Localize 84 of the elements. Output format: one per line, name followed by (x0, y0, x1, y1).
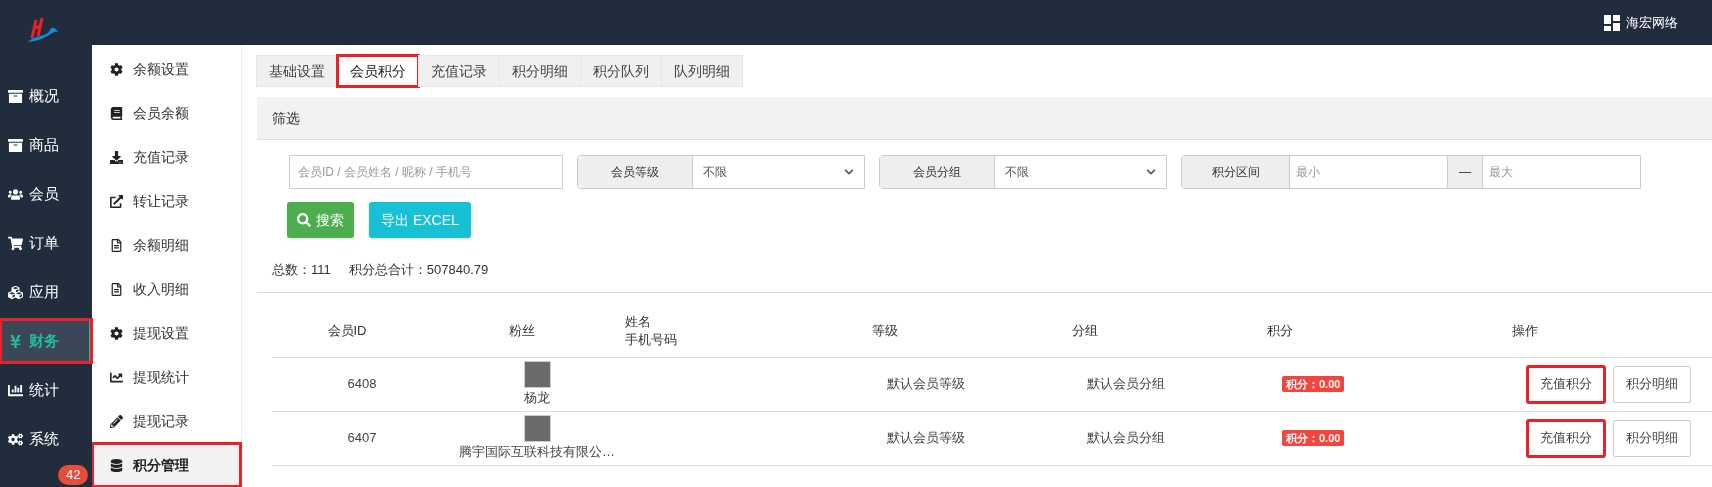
nav-item[interactable]: 应用 (0, 270, 92, 314)
subnav-item[interactable]: 余额设置 (92, 48, 241, 92)
gears-icon (8, 431, 23, 447)
points-total: 积分总合计：507840.79 (348, 261, 489, 279)
column-header: 积分 (1266, 321, 1294, 340)
column-header: 等级 (871, 321, 899, 340)
logo-icon (26, 18, 60, 44)
database-icon (110, 458, 123, 472)
tab[interactable]: 队列明细 (661, 55, 743, 87)
users-icon (8, 186, 23, 202)
subnav-item[interactable]: 收入明细 (92, 267, 241, 312)
search-field[interactable]: 会员ID / 会员姓名 / 昵称 / 手机号 (289, 155, 563, 189)
nav-item[interactable]: 订单 (0, 221, 92, 265)
action-button[interactable]: 积分明细 (1613, 419, 1691, 457)
nav-item[interactable]: 统计 (0, 368, 92, 412)
column-header: 手机号码 (625, 330, 678, 349)
subnav-item[interactable]: 积分管理 (92, 443, 241, 487)
points-badge: 积分：0.00 (1282, 376, 1345, 393)
tab[interactable]: 充值记录 (418, 55, 500, 87)
table-cell-text: 默认会员分组 (1086, 429, 1166, 448)
nav-item[interactable]: 系统 (0, 417, 92, 461)
chevron-icon (1146, 167, 1156, 177)
column-header: 分组 (1071, 321, 1099, 340)
filter-header: 筛选 (257, 97, 1712, 140)
document-icon (110, 239, 123, 253)
group-select[interactable]: 会员分组 不限 (879, 155, 1167, 189)
table-cell-text: 6407 (346, 429, 378, 448)
table-cell-text: 6408 (346, 375, 378, 394)
tab[interactable]: 基础设置 (256, 55, 338, 87)
search-icon (297, 213, 311, 227)
points-badge: 积分：0.00 (1282, 430, 1345, 447)
cart-icon (8, 235, 23, 251)
line-chart-icon (110, 370, 123, 384)
subnav-item[interactable]: 提现记录 (92, 399, 241, 444)
column-header: 会员ID (326, 321, 368, 340)
count-badge: 42 (58, 465, 89, 485)
column-header: 操作 (1511, 321, 1539, 340)
photo-placeholder (523, 414, 551, 442)
table-cell-text: 默认会员分组 (1086, 375, 1166, 394)
total-count: 总数：111 (272, 261, 331, 279)
range-label: 积分区间 (1182, 156, 1290, 188)
grid-icon (1604, 14, 1620, 31)
action-button[interactable]: 充值积分 (1527, 365, 1605, 403)
gear-icon (110, 63, 123, 77)
nav-item[interactable]: 商品 (0, 123, 92, 167)
table-cell-text: 默认会员等级 (886, 375, 966, 394)
brand-name[interactable]: 海宏网络 (1626, 12, 1678, 33)
subnav-item[interactable]: 提现设置 (92, 311, 241, 356)
nav-item[interactable]: 会员 (0, 172, 92, 216)
range-separator: — (1447, 156, 1483, 188)
action-button[interactable]: 积分明细 (1613, 365, 1691, 403)
tab[interactable]: 会员积分 (337, 55, 419, 87)
pencil-icon (110, 414, 123, 428)
chevron-icon (844, 167, 854, 177)
document-icon (110, 283, 123, 296)
gear-icon (110, 326, 123, 340)
subnav-item[interactable]: 余额明细 (92, 223, 241, 268)
cubes-icon (8, 284, 23, 300)
column-header: 粉丝 (508, 321, 536, 340)
photo-placeholder (523, 360, 551, 388)
column-header: 姓名 (625, 312, 652, 331)
fan-name: 杨龙 (524, 388, 550, 407)
tab[interactable]: 积分明细 (499, 55, 581, 87)
yen-icon (8, 333, 23, 349)
subnav-item[interactable]: 转让记录 (92, 179, 241, 224)
min-field[interactable]: 最小 (1290, 156, 1447, 188)
bar-chart-icon (8, 382, 23, 398)
nav-item[interactable]: 财务 (0, 319, 92, 363)
fan-name: 腾宇国际互联科技有限公… (459, 442, 615, 461)
download-icon (110, 151, 123, 165)
points-range-field[interactable]: 积分区间 最小 — 最大 (1181, 155, 1641, 189)
book-icon (110, 107, 123, 121)
external-link-icon (110, 195, 123, 209)
archive-icon (8, 137, 23, 153)
action-button[interactable]: 充值积分 (1527, 419, 1605, 457)
subnav-item[interactable]: 充值记录 (92, 135, 241, 180)
tab[interactable]: 积分队列 (580, 55, 662, 87)
subnav-item[interactable]: 会员余额 (92, 91, 241, 136)
subnav-item[interactable]: 提现统计 (92, 355, 241, 400)
nav-item[interactable]: 概况 (0, 74, 92, 118)
table-cell-text: 默认会员等级 (886, 429, 966, 448)
max-field[interactable]: 最大 (1483, 156, 1640, 188)
archive-icon (8, 88, 23, 104)
level-select[interactable]: 会员等级 不限 (577, 155, 865, 189)
